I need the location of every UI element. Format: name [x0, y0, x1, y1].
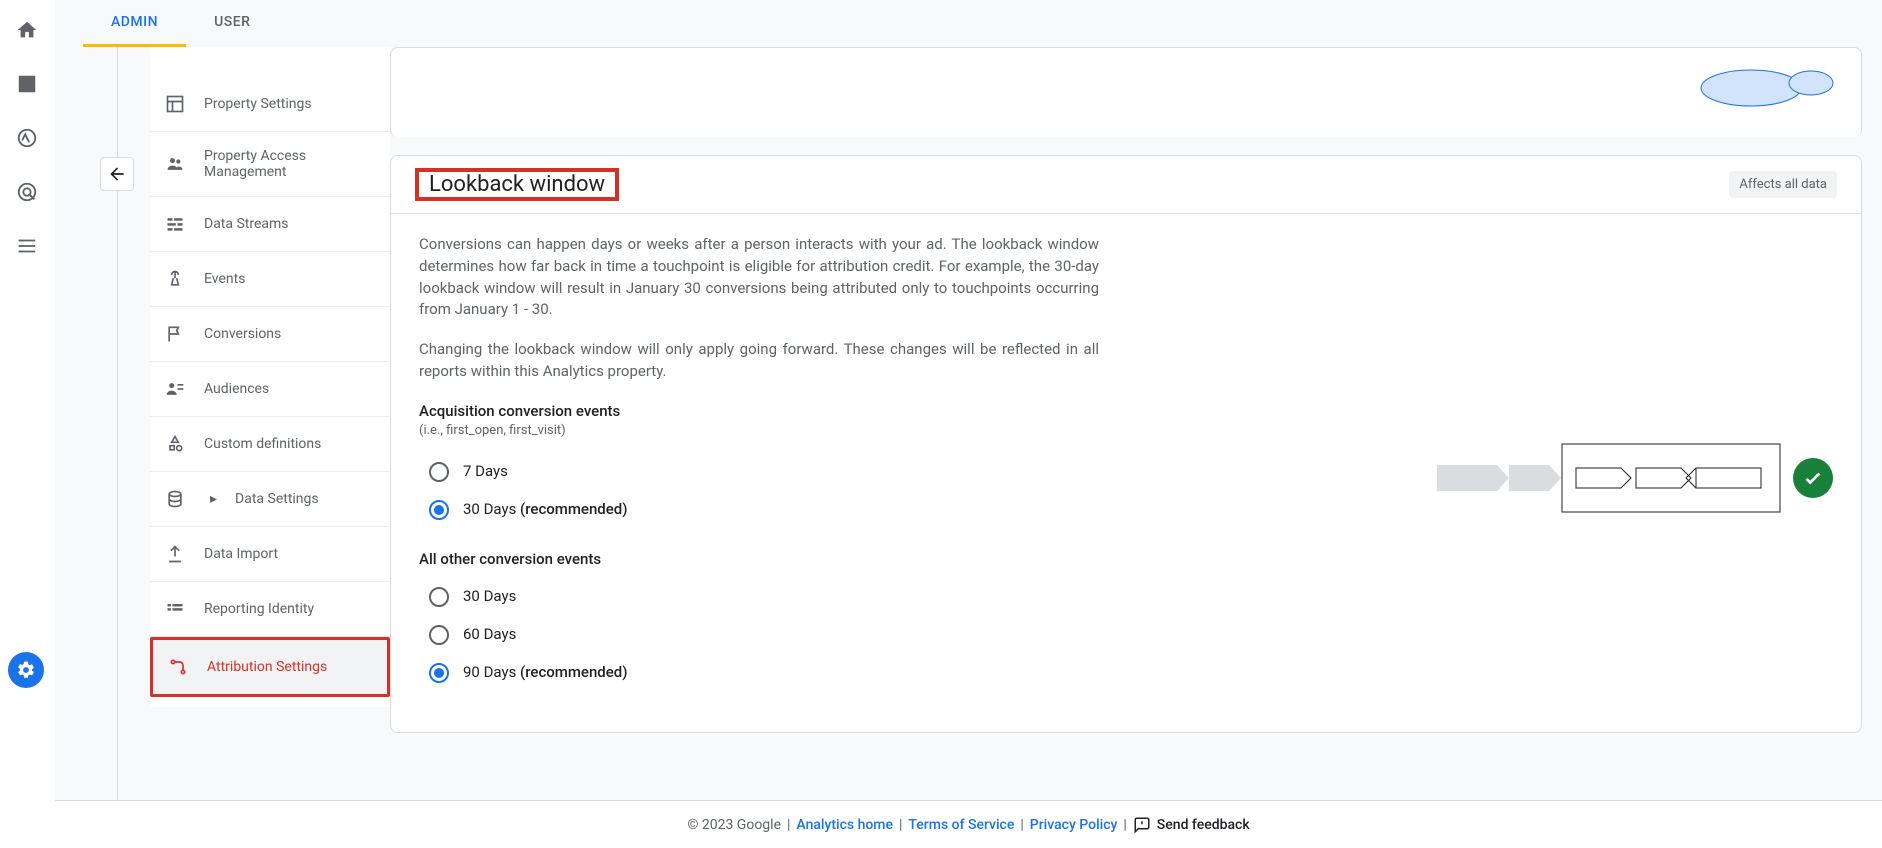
menu-label: Audiences [204, 381, 269, 397]
menu-label: Custom definitions [204, 436, 321, 452]
radio-icon [429, 625, 449, 645]
admin-gear-icon[interactable] [8, 652, 44, 688]
admin-tabs: ADMIN USER [55, 0, 1882, 47]
radio-icon [429, 663, 449, 683]
radio-label: 7 Days [463, 461, 508, 483]
menu-label: Reporting Identity [204, 601, 314, 617]
menu-data-settings[interactable]: ▸ Data Settings [150, 472, 390, 527]
other-title: All other conversion events [419, 549, 1099, 571]
menu-label: Conversions [204, 326, 281, 342]
menu-audiences[interactable]: Audiences [150, 362, 390, 417]
advertising-icon[interactable] [15, 180, 39, 204]
database-icon [164, 488, 186, 510]
affects-badge: Affects all data [1729, 171, 1837, 198]
reports-icon[interactable] [15, 72, 39, 96]
radio-other-60days[interactable]: 60 Days [429, 616, 1099, 654]
flag-icon [164, 323, 186, 345]
attribution-icon [167, 656, 189, 678]
tap-icon [164, 268, 186, 290]
radio-label: 30 Days [463, 586, 516, 608]
radio-other-30days[interactable]: 30 Days [429, 578, 1099, 616]
menu-events[interactable]: Events [150, 252, 390, 307]
menu-label: Property Access Management [204, 148, 380, 180]
menu-data-import[interactable]: Data Import [150, 527, 390, 582]
menu-property-access[interactable]: Property Access Management [150, 132, 390, 197]
menu-conversions[interactable]: Conversions [150, 307, 390, 362]
menu-label: Attribution Settings [207, 659, 327, 675]
footer: © 2023 Google | Analytics home | Terms o… [55, 800, 1882, 848]
feedback-icon [1133, 816, 1151, 834]
menu-custom-definitions[interactable]: Custom definitions [150, 417, 390, 472]
radio-label: 60 Days [463, 624, 516, 646]
menu-reporting-identity[interactable]: Reporting Identity [150, 582, 390, 637]
radio-acq-30days[interactable]: 30 Days (recommended) [429, 491, 1099, 529]
back-arrow-button[interactable] [100, 157, 134, 191]
radio-label: 90 Days (recommended) [463, 662, 627, 684]
hand-illustration [1691, 58, 1841, 118]
menu-attribution-settings[interactable]: Attribution Settings [153, 640, 387, 694]
shapes-icon [164, 433, 186, 455]
link-tos[interactable]: Terms of Service [908, 817, 1014, 833]
menu-data-streams[interactable]: Data Streams [150, 197, 390, 252]
upper-card-fragment [390, 47, 1862, 137]
upload-icon [164, 543, 186, 565]
chevron-right-icon: ▸ [210, 491, 217, 507]
left-rail [0, 0, 55, 848]
home-icon[interactable] [15, 18, 39, 42]
card-title: Lookback window [419, 166, 615, 203]
tab-admin[interactable]: ADMIN [83, 0, 186, 47]
radio-icon [429, 462, 449, 482]
menu-property-settings[interactable]: Property Settings [150, 77, 390, 132]
radio-icon [429, 500, 449, 520]
send-feedback-button[interactable]: Send feedback [1133, 816, 1250, 834]
identity-icon [164, 598, 186, 620]
link-privacy[interactable]: Privacy Policy [1030, 817, 1118, 833]
check-icon [1793, 458, 1833, 498]
audience-icon [164, 378, 186, 400]
copyright: © 2023 Google [687, 817, 781, 833]
description-p2: Changing the lookback window will only a… [419, 339, 1099, 383]
streams-icon [164, 213, 186, 235]
property-menu: Property Settings Property Access Manage… [150, 47, 390, 707]
lookback-illustration [1139, 234, 1833, 712]
radio-icon [429, 587, 449, 607]
menu-label: Data Import [204, 546, 278, 562]
people-icon [164, 153, 186, 175]
radio-acq-7days[interactable]: 7 Days [429, 453, 1099, 491]
menu-label: Data Settings [235, 491, 319, 507]
acq-title: Acquisition conversion events [419, 401, 1099, 423]
acq-subtitle: (i.e., first_open, first_visit) [419, 422, 1099, 441]
explore-icon[interactable] [15, 126, 39, 150]
menu-label: Events [204, 271, 245, 287]
layout-icon [164, 93, 186, 115]
menu-label: Data Streams [204, 216, 289, 232]
radio-label: 30 Days (recommended) [463, 499, 627, 521]
tab-user[interactable]: USER [186, 0, 278, 47]
description-p1: Conversions can happen days or weeks aft… [419, 234, 1099, 321]
menu-change-history[interactable]: Property Change History [150, 697, 390, 707]
link-analytics-home[interactable]: Analytics home [796, 817, 893, 833]
radio-other-90days[interactable]: 90 Days (recommended) [429, 654, 1099, 692]
lookback-card: Lookback window Affects all data Convers… [390, 155, 1862, 733]
configure-icon[interactable] [15, 234, 39, 258]
menu-label: Property Settings [204, 96, 312, 112]
